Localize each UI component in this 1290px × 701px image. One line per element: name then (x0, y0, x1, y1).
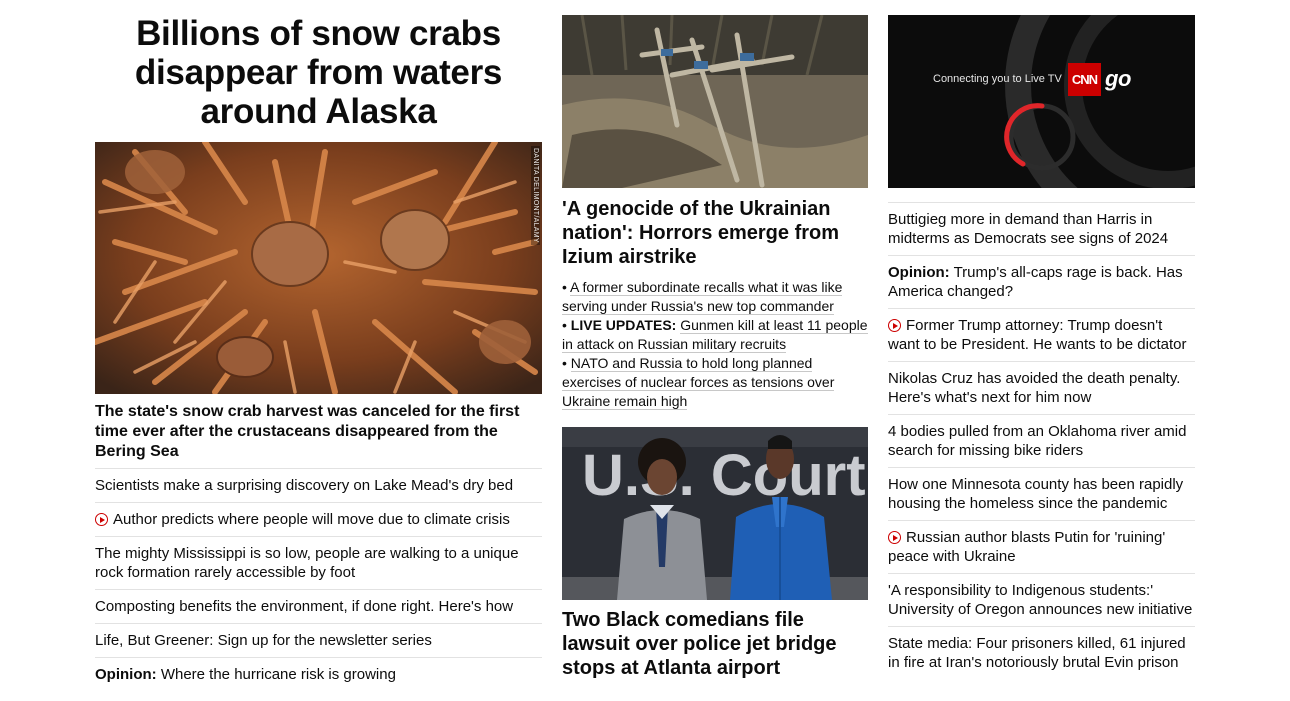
related-link-text: A former subordinate recalls what it was… (562, 279, 843, 315)
live-tv-video-player[interactable]: Connecting you to Live TV CNN go (888, 15, 1195, 188)
headline-text: Nikolas Cruz has avoided the death penal… (888, 370, 1181, 406)
comedians-headline[interactable]: Two Black comedians file lawsuit over po… (562, 608, 868, 680)
izium-graves-image[interactable] (562, 15, 868, 188)
ukraine-headline[interactable]: 'A genocide of the Ukrainian nation': Ho… (562, 197, 868, 269)
related-link-commander[interactable]: • A former subordinate recalls what it w… (562, 278, 868, 316)
live-updates-label: LIVE UPDATES: (570, 317, 677, 333)
headline-nikolas-cruz[interactable]: Nikolas Cruz has avoided the death penal… (888, 361, 1195, 414)
headline-mississippi[interactable]: The mighty Mississippi is so low, people… (95, 536, 542, 589)
col3-headline-list: Buttigieg more in demand than Harris in … (888, 202, 1195, 679)
cnn-logo: CNN (1068, 63, 1101, 96)
headline-minnesota-housing[interactable]: How one Minnesota county has been rapidl… (888, 467, 1195, 520)
lead-headline[interactable]: Billions of snow crabs disappear from wa… (95, 14, 542, 131)
headline-climate-migration[interactable]: Author predicts where people will move d… (95, 502, 542, 536)
ukraine-related-links: • A former subordinate recalls what it w… (562, 278, 868, 411)
headline-text: Where the hurricane risk is growing (160, 666, 396, 683)
headline-buttigieg[interactable]: Buttigieg more in demand than Harris in … (888, 202, 1195, 255)
courthouse-sign-text: U.S. Court (582, 443, 866, 508)
headline-text: Author predicts where people will move d… (113, 511, 510, 528)
headline-text: Composting benefits the environment, if … (95, 598, 514, 615)
headline-evin-prison[interactable]: State media: Four prisoners killed, 61 i… (888, 626, 1195, 679)
headline-hurricane-opinion[interactable]: Opinion: Where the hurricane risk is gro… (95, 657, 542, 691)
headline-text: Buttigieg more in demand than Harris in … (888, 211, 1169, 247)
headline-newsletter[interactable]: Life, But Greener: Sign up for the newsl… (95, 623, 542, 657)
opinion-label: Opinion: (95, 666, 157, 683)
headline-text: Life, But Greener: Sign up for the newsl… (95, 632, 432, 649)
headline-university-oregon[interactable]: 'A responsibility to Indigenous students… (888, 573, 1195, 626)
headline-text: Russian author blasts Putin for 'ruining… (888, 529, 1166, 565)
izium-graves-illustration (562, 15, 868, 188)
play-video-icon (888, 531, 901, 544)
lead-story-column: Billions of snow crabs disappear from wa… (95, 14, 542, 683)
headline-oklahoma-river[interactable]: 4 bodies pulled from an Oklahoma river a… (888, 414, 1195, 467)
headline-text: Scientists make a surprising discovery o… (95, 477, 514, 494)
headline-russian-author[interactable]: Russian author blasts Putin for 'ruining… (888, 520, 1195, 573)
go-logo-text: go (1105, 66, 1131, 91)
headline-text: 4 bodies pulled from an Oklahoma river a… (888, 423, 1187, 459)
opinion-label: Opinion: (888, 264, 950, 281)
headline-trump-opinion[interactable]: Opinion: Trump's all-caps rage is back. … (888, 255, 1195, 308)
connecting-text: Connecting you to Live TV (933, 73, 1062, 85)
headline-text: The mighty Mississippi is so low, people… (95, 545, 519, 581)
related-link-live-updates[interactable]: • LIVE UPDATES: Gunmen kill at least 11 … (562, 316, 868, 354)
col1-headline-list: Scientists make a surprising discovery o… (95, 468, 542, 691)
headline-text: 'A responsibility to Indigenous students… (888, 582, 1193, 618)
lead-caption-link[interactable]: The state's snow crab harvest was cancel… (95, 402, 542, 462)
snow-crab-image[interactable]: DANITA DELIMONT/ALAMY (95, 142, 542, 394)
related-link-nato-exercises[interactable]: • NATO and Russia to hold long planned e… (562, 354, 868, 411)
headline-text: How one Minnesota county has been rapidl… (888, 476, 1184, 512)
related-link-text: NATO and Russia to hold long planned exe… (562, 355, 835, 410)
right-column: Connecting you to Live TV CNN go Buttigi… (888, 15, 1195, 679)
headline-composting[interactable]: Composting benefits the environment, if … (95, 589, 542, 623)
comedians-illustration: U.S. Court (562, 427, 868, 600)
comedians-courthouse-image[interactable]: U.S. Court (562, 427, 868, 600)
snow-crab-illustration (95, 142, 542, 394)
headline-text: State media: Four prisoners killed, 61 i… (888, 635, 1186, 671)
photo-credit: DANITA DELIMONT/ALAMY (531, 146, 540, 245)
loading-spinner-icon (1004, 103, 1076, 171)
play-video-icon (95, 513, 108, 526)
headline-trump-attorney[interactable]: Former Trump attorney: Trump doesn't wan… (888, 308, 1195, 361)
headline-lake-mead[interactable]: Scientists make a surprising discovery o… (95, 468, 542, 502)
ukraine-story-column: 'A genocide of the Ukrainian nation': Ho… (562, 15, 868, 679)
play-video-icon (888, 319, 901, 332)
headline-text: Former Trump attorney: Trump doesn't wan… (888, 317, 1187, 353)
